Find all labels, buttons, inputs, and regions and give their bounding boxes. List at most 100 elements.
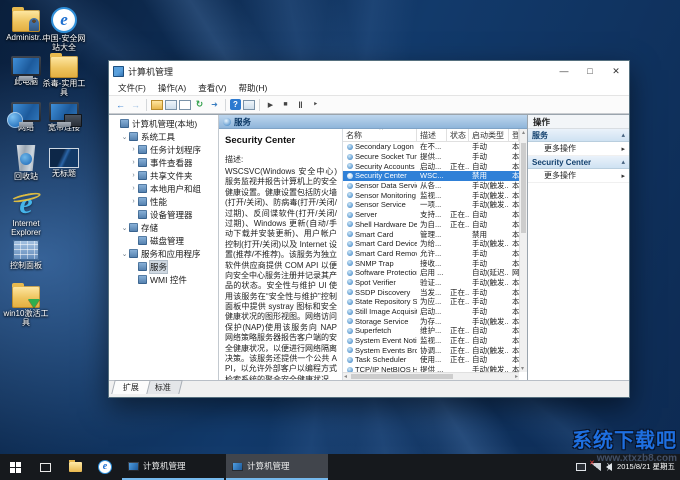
horizontal-scroll-thumb[interactable] (351, 374, 453, 379)
services-list: Secondary Logon在不...手动本Secure Socket Tun… (343, 142, 527, 372)
actions-section-服务[interactable]: 服务▴ (528, 129, 629, 142)
chevron-down-icon[interactable]: ⌄ (120, 133, 129, 141)
tree-item-label: 设备管理器 (150, 209, 193, 221)
minimize-button[interactable]: — (551, 61, 577, 81)
export-icon[interactable] (208, 98, 221, 111)
chevron-down-icon[interactable]: ⌄ (120, 224, 129, 232)
computer-icon (120, 119, 129, 128)
computer-icon (11, 56, 41, 76)
desktop-icon-broadband[interactable]: 宽带连接 (40, 98, 88, 132)
toolbar-separator (225, 99, 226, 111)
tree-item-任务计划程序[interactable]: › 任务计划程序 (109, 143, 218, 156)
tree-item-计算机管理(本地)[interactable]: 计算机管理(本地) (109, 117, 218, 130)
tree-item-设备管理器[interactable]: 设备管理器 (109, 208, 218, 221)
pause-icon[interactable] (294, 98, 307, 111)
tree-item-服务[interactable]: 服务 (109, 260, 218, 273)
horizontal-scrollbar[interactable]: ◂ ▸ (343, 372, 519, 380)
desktop-icon-antivirus-tools[interactable]: 杀毒-实用工具 (40, 52, 88, 97)
service-name: System Events Broker (343, 346, 417, 355)
desktop-icon-internet-explorer[interactable]: Internet Explorer (2, 190, 50, 237)
help-icon[interactable] (230, 99, 241, 110)
menu-H[interactable]: 帮助(H) (233, 82, 274, 94)
desktop-icon-control-panel[interactable]: 控制面板 (2, 236, 50, 270)
column-header-状态[interactable]: 状态 (447, 129, 469, 141)
column-header-名称[interactable]: 名称^ (343, 129, 417, 141)
tree-item-本地用户和组[interactable]: ›本地用户和组 (109, 182, 218, 195)
chevron-right-icon[interactable]: › (129, 172, 138, 179)
taskbar-app-button-2[interactable]: 计算机管理 (226, 454, 328, 480)
forward-icon[interactable] (129, 98, 142, 111)
menu-V[interactable]: 查看(V) (192, 82, 232, 94)
browser-button[interactable] (90, 454, 120, 480)
desktop-icon-china-security[interactable]: 中国-安全网站大全 (40, 6, 88, 52)
service-gear-icon (347, 289, 353, 295)
network-tray-icon[interactable] (591, 463, 601, 471)
up-folder-icon[interactable] (151, 100, 163, 110)
list-view-icon[interactable] (165, 100, 177, 110)
desktop-icon-win10-activator[interactable]: win10激活工具 (2, 282, 50, 327)
task-view-button[interactable] (30, 454, 60, 480)
service-name: Shell Hardware Detection (343, 220, 417, 229)
resume-icon[interactable] (309, 98, 322, 111)
start-button[interactable] (0, 454, 30, 480)
display-tray-icon[interactable] (576, 463, 586, 471)
file-explorer-button[interactable] (60, 454, 90, 480)
column-header-登[interactable]: 登 (509, 129, 519, 141)
more-actions-item[interactable]: 更多操作▸ (528, 142, 629, 156)
taskbar-clock[interactable]: 2015/8/21 星期五 (617, 463, 675, 471)
tree-item-性能[interactable]: ›性能 (109, 195, 218, 208)
desktop-icon-untitled[interactable]: 无标题 (40, 144, 88, 178)
taskbar: 计算机管理计算机管理 2015/8/21 星期五 (0, 454, 680, 480)
tree-item-label: 任务计划程序 (150, 144, 201, 156)
vertical-scroll-thumb[interactable] (521, 143, 526, 233)
window-title: 计算机管理 (128, 65, 551, 78)
chevron-right-icon[interactable]: › (129, 146, 138, 153)
menu-A[interactable]: 操作(A) (152, 82, 192, 94)
service-name: Still Image Acquisition Ev... (343, 307, 417, 316)
menu-F[interactable]: 文件(F) (112, 82, 152, 94)
scroll-up-icon[interactable]: ▴ (522, 130, 525, 136)
tab-label: 标准 (155, 382, 171, 393)
tree-item-WMI 控件[interactable]: WMI 控件 (109, 273, 218, 286)
chevron-right-icon[interactable]: › (129, 198, 138, 205)
collapse-icon[interactable]: ▴ (621, 158, 625, 166)
tree-item-服务和应用程序[interactable]: ⌄服务和应用程序 (109, 247, 218, 260)
scroll-left-icon[interactable]: ◂ (344, 373, 347, 381)
chevron-right-icon[interactable]: › (129, 159, 138, 166)
tree-item-磁盘管理[interactable]: 磁盘管理 (109, 234, 218, 247)
ie-icon (9, 190, 43, 218)
collapse-icon[interactable]: ▴ (621, 131, 625, 139)
tab-扩展[interactable]: 扩展 (111, 380, 150, 394)
column-header-描述[interactable]: 描述 (417, 129, 447, 141)
service-name: Superfetch (343, 326, 417, 335)
window-icon[interactable] (179, 100, 191, 110)
tree-item-共享文件夹[interactable]: ›共享文件夹 (109, 169, 218, 182)
service-gear-icon (347, 173, 353, 179)
scroll-down-icon[interactable]: ▾ (521, 365, 524, 372)
more-actions-item[interactable]: 更多操作▸ (528, 169, 629, 183)
close-button[interactable]: ✕ (603, 61, 629, 81)
stop-icon[interactable] (279, 98, 292, 111)
chevron-right-icon[interactable]: › (129, 185, 138, 192)
actions-section-Security Center[interactable]: Security Center▴ (528, 156, 629, 169)
titlebar[interactable]: 计算机管理 — □ ✕ (109, 61, 629, 81)
scroll-right-icon[interactable]: ▸ (515, 373, 518, 381)
play-icon[interactable] (264, 98, 277, 111)
volume-tray-icon[interactable] (606, 463, 612, 471)
refresh-icon[interactable] (193, 98, 206, 111)
tree-item-系统工具[interactable]: ⌄系统工具 (109, 130, 218, 143)
system-tray: 2015/8/21 星期五 (576, 454, 680, 480)
taskbar-app-button-1[interactable]: 计算机管理 (122, 454, 224, 480)
column-header-启动类型[interactable]: 启动类型 (469, 129, 509, 141)
chevron-down-icon[interactable]: ⌄ (120, 250, 129, 258)
service-row-TCP/IP NetBIOS Helper[interactable]: TCP/IP NetBIOS Helper提供 ...手动(触发...本 (343, 365, 527, 372)
maximize-button[interactable]: □ (577, 61, 603, 81)
back-icon[interactable] (114, 98, 127, 111)
pane-icon[interactable] (243, 100, 255, 110)
desktop-icon-label: Internet Explorer (2, 219, 50, 237)
view-tabstrip: 扩展标准 (109, 380, 629, 394)
tree-item-事件查看器[interactable]: ›事件查看器 (109, 156, 218, 169)
tree-item-存储[interactable]: ⌄存储 (109, 221, 218, 234)
vertical-scrollbar[interactable]: ▴ ▾ (519, 129, 527, 372)
services-icon (129, 249, 138, 258)
